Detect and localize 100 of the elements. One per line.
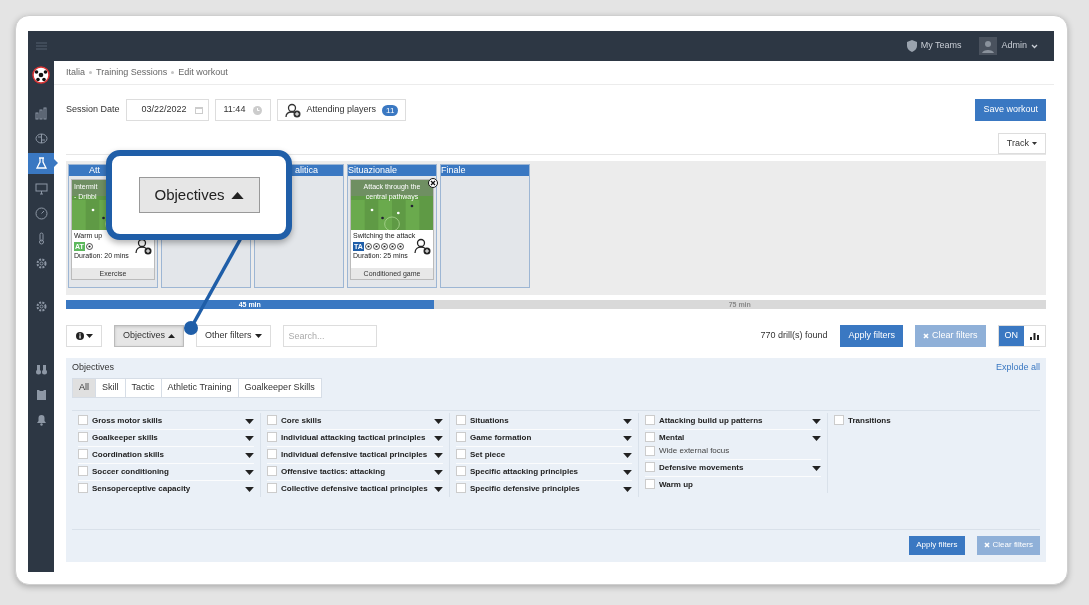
checkbox[interactable] [834,414,844,425]
expand-caret-icon[interactable] [434,452,443,458]
objectives-filter-button[interactable]: Objectives [138,177,260,213]
checkbox[interactable] [456,448,466,459]
explode-all-link[interactable]: Explode all [995,361,1040,375]
save-workout-button[interactable]: Save workout [975,99,1046,121]
caret-down-icon [254,334,262,338]
checkbox[interactable] [78,482,88,493]
filter-tab[interactable]: Athletic Training [160,377,239,398]
close-icon[interactable] [428,178,438,188]
checkbox[interactable] [78,431,88,442]
objective-label: Specific attacking principles [470,466,579,476]
objective-label: Goalkeeper skills [92,432,158,442]
attending-players-button[interactable]: Attending players 11 [276,99,407,121]
filter-tab[interactable]: Tactic [124,377,162,398]
objective-label: Transitions [848,415,891,425]
other-filters-button[interactable]: Other filters [196,325,271,347]
expand-caret-icon[interactable] [245,486,254,492]
objective-label: Offensive tactics: attacking [281,466,386,476]
checkbox[interactable] [78,448,88,459]
on-toggle-button[interactable]: ON [998,326,1024,346]
expand-caret-icon[interactable] [812,435,821,441]
monitor-icon [34,182,48,195]
expand-caret-icon[interactable] [434,435,443,441]
panel-title: Objectives [72,361,115,374]
objective-label: Wide external focus [659,444,730,457]
checkbox[interactable] [645,431,655,442]
breadcrumb-link[interactable]: Training Sessions [96,65,168,80]
user-menu[interactable]: Admin [1001,39,1027,53]
checkbox[interactable] [78,414,88,425]
objective-label: Gross motor skills [92,415,163,425]
objective-label: Mental [659,432,685,442]
expand-caret-icon[interactable] [812,465,821,471]
expand-caret-icon[interactable] [434,418,443,424]
apply-filters-button[interactable]: Apply filters [909,535,965,555]
calendar-icon [194,106,203,114]
checkbox[interactable] [267,482,277,493]
objective-label: Set piece [470,449,506,459]
checkbox[interactable] [78,465,88,476]
expand-caret-icon[interactable] [245,452,254,458]
filter-tab[interactable]: Goalkeeper Skills [237,377,322,398]
objective-label: Collective defensive tactical principles [281,483,428,493]
breadcrumb-current: Edit workout [178,65,228,79]
shield-icon [906,40,917,52]
checkbox[interactable] [267,465,277,476]
time-field[interactable]: 11:44 [214,99,271,121]
checkbox[interactable] [456,465,466,476]
info-dropdown-button[interactable] [66,325,102,347]
ball-icon [85,243,93,250]
brain-icon [34,132,48,145]
gauge-icon [34,207,48,220]
objective-label: Soccer conditioning [92,466,169,476]
expand-caret-icon[interactable] [623,418,632,424]
results-count: 770 drill(s) found [760,329,828,343]
chevron-down-icon [1031,43,1038,49]
clipboard-icon [34,388,48,401]
checkbox[interactable] [456,431,466,442]
filter-tab[interactable]: Skill [95,377,126,398]
caret-icon [1032,142,1037,145]
checkbox[interactable] [645,478,655,489]
expand-caret-icon[interactable] [623,452,632,458]
expand-caret-icon[interactable] [434,469,443,475]
filter-tab[interactable]: All [72,377,96,398]
binoculars-icon [34,363,48,376]
checkbox[interactable] [645,445,655,456]
checkbox[interactable] [267,414,277,425]
breadcrumb-link[interactable]: Italia [66,65,85,80]
my-teams-link[interactable]: My Teams [920,39,962,53]
expand-caret-icon[interactable] [434,486,443,492]
expand-caret-icon[interactable] [245,418,254,424]
caret-up-icon [230,191,244,199]
date-field[interactable]: 03/22/2022 [125,99,209,121]
search-field[interactable]: Search... [282,325,377,347]
checkbox[interactable] [645,461,655,472]
bell-icon [34,413,48,426]
expand-caret-icon[interactable] [623,486,632,492]
objective-label: Warm up [659,479,693,489]
track-button[interactable]: Track [997,133,1046,154]
session-date-label: Session Date [66,103,120,117]
expand-caret-icon[interactable] [245,469,254,475]
clock-icon [252,105,262,115]
expand-caret-icon[interactable] [245,435,254,441]
objectives-filter-button[interactable]: Objectives [114,325,185,347]
person-add-icon [414,238,431,255]
checkbox[interactable] [456,482,466,493]
objective-label: Core skills [281,415,322,425]
expand-caret-icon[interactable] [623,435,632,441]
caret-down-icon [85,334,93,338]
apply-filters-button[interactable]: Apply filters [840,325,903,347]
person-add-icon [284,102,301,118]
caret-up-icon [168,334,176,338]
objective-label: Individual defensive tactical principles [281,449,428,459]
checkbox[interactable] [267,448,277,459]
close-icon [983,542,990,548]
objective-label: Coordination skills [92,449,164,459]
expand-caret-icon[interactable] [623,469,632,475]
checkbox[interactable] [456,414,466,425]
expand-caret-icon[interactable] [812,418,821,424]
checkbox[interactable] [267,431,277,442]
checkbox[interactable] [645,414,655,425]
